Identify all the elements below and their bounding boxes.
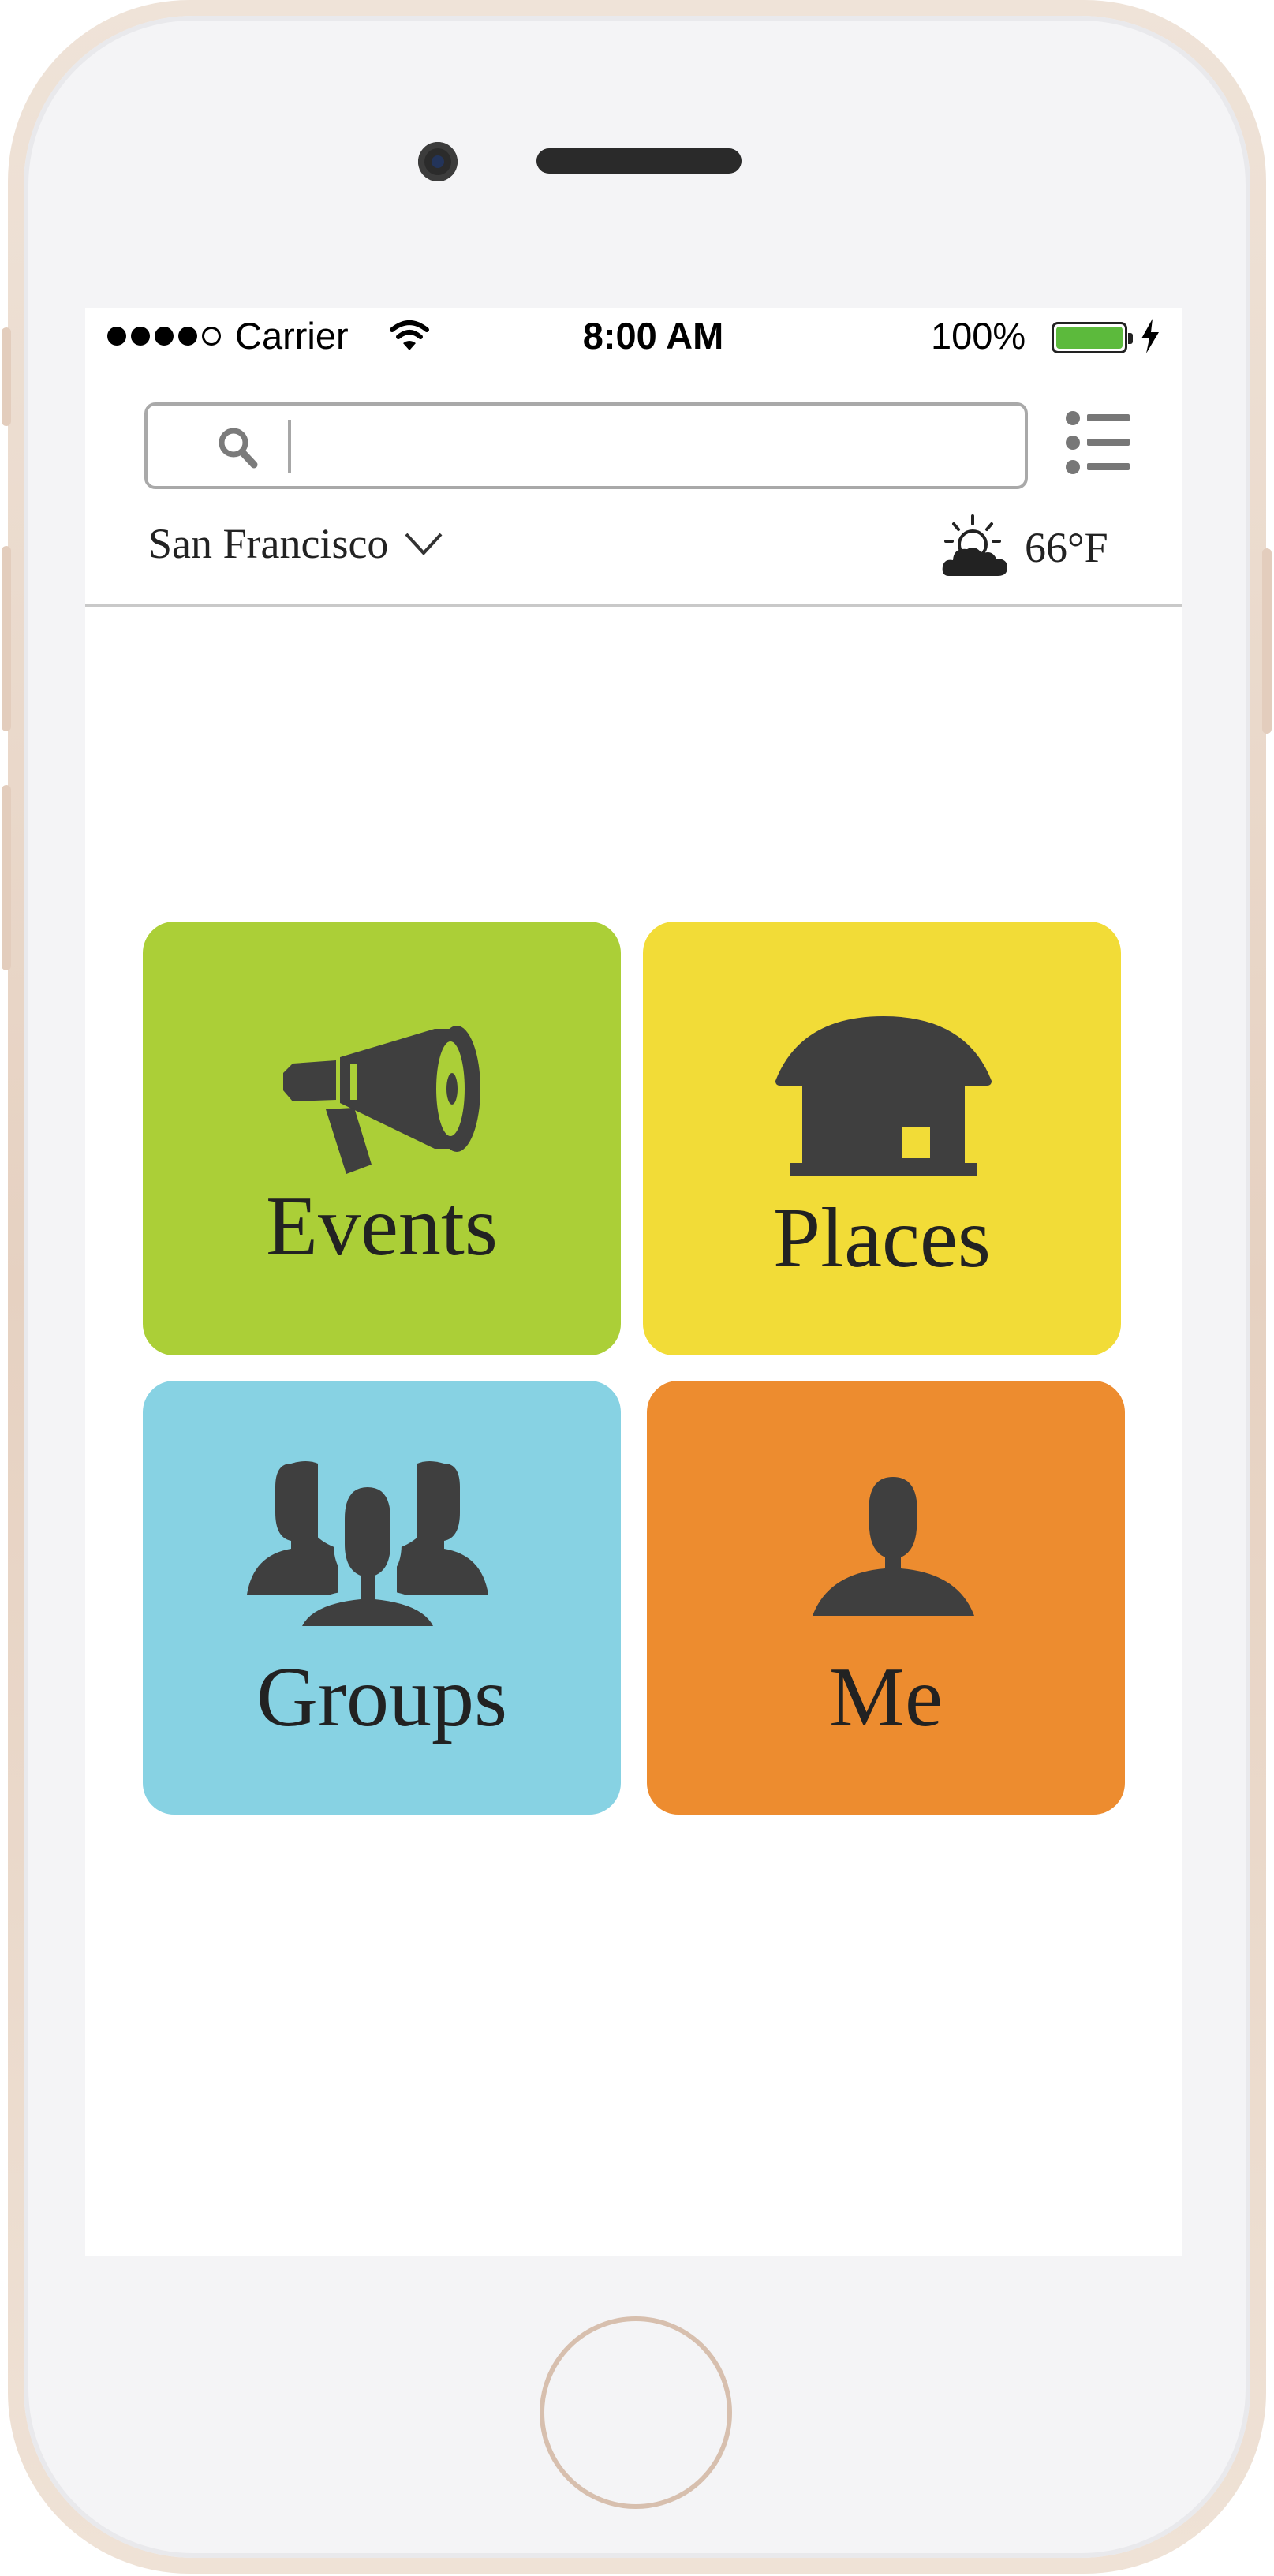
- header-divider: [85, 604, 1182, 607]
- temperature: 66°F: [1025, 524, 1108, 571]
- charging-icon: [1141, 319, 1159, 353]
- carrier-name: Carrier: [235, 315, 349, 357]
- megaphone-icon: [283, 1026, 480, 1174]
- places-tile[interactable]: Places: [643, 922, 1121, 1355]
- chevron-down-icon: [405, 533, 443, 555]
- power-button: [1262, 548, 1272, 734]
- groups-label: Groups: [256, 1651, 507, 1744]
- search-input[interactable]: [301, 417, 999, 478]
- battery-percentage: 100%: [931, 315, 1026, 357]
- earpiece-speaker: [536, 148, 742, 174]
- app-screen: Carrier 8:00 AM 100% San Francisco 66°F …: [85, 308, 1182, 2256]
- person-icon: [813, 1477, 974, 1616]
- location-selector[interactable]: San Francisco: [148, 519, 443, 568]
- status-bar: Carrier 8:00 AM 100%: [85, 308, 1182, 365]
- volume-down-button: [2, 785, 11, 970]
- group-icon: [247, 1461, 488, 1634]
- me-label: Me: [829, 1651, 943, 1744]
- clock: 8:00 AM: [582, 315, 724, 357]
- city-name: San Francisco: [148, 520, 389, 567]
- list-menu-icon[interactable]: [1063, 409, 1131, 477]
- me-tile[interactable]: Me: [647, 1381, 1125, 1815]
- weather-widget: 66°F: [941, 514, 1108, 581]
- home-button[interactable]: [540, 2316, 732, 2509]
- events-label: Events: [266, 1180, 498, 1273]
- volume-up-button: [2, 546, 11, 731]
- partly-sunny-icon: [942, 514, 1007, 576]
- groups-tile[interactable]: Groups: [143, 1381, 621, 1815]
- search-bar[interactable]: [144, 402, 1028, 489]
- places-label: Places: [773, 1191, 991, 1285]
- signal-strength-icon: [107, 327, 221, 346]
- building-icon: [775, 1016, 992, 1176]
- events-tile[interactable]: Events: [143, 922, 621, 1355]
- search-icon: [219, 428, 258, 469]
- text-caret: [288, 420, 291, 473]
- battery-icon: [1052, 322, 1133, 353]
- wifi-icon: [390, 320, 429, 350]
- front-camera: [418, 142, 458, 181]
- silent-switch: [2, 327, 11, 426]
